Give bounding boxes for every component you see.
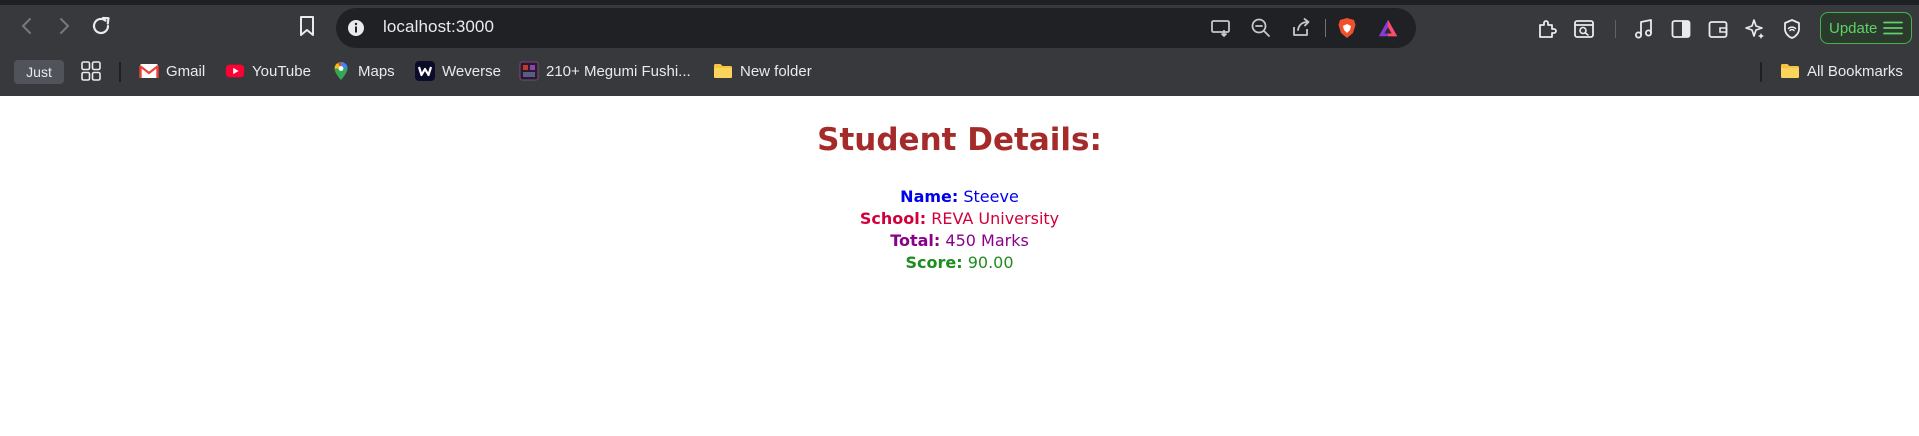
school-value: REVA University [931, 209, 1060, 228]
forward-button[interactable] [49, 11, 79, 41]
reload-button[interactable] [86, 11, 116, 41]
school-label: School: [859, 209, 927, 228]
zoom-out-icon[interactable] [1250, 17, 1272, 39]
bookmark-chip[interactable]: Just [14, 60, 64, 84]
address-bar[interactable]: localhost:3000 [336, 8, 1416, 48]
leo-ai-icon[interactable] [1743, 17, 1767, 41]
bookmark-icon [300, 16, 314, 36]
brave-shields-icon[interactable] [1336, 17, 1358, 39]
media-music-icon[interactable] [1632, 17, 1656, 41]
page-icon [519, 61, 539, 81]
tab-search-icon[interactable] [1572, 17, 1596, 41]
score-row: Score: 90.00 [0, 252, 1919, 274]
school-row: School: REVA University [0, 208, 1919, 230]
bookmark-youtube[interactable]: YouTube [225, 59, 311, 83]
page-title: Student Details: [817, 122, 1102, 158]
name-value: Steeve [963, 187, 1019, 206]
site-info-icon[interactable] [346, 18, 366, 38]
bookmark-gmail[interactable]: Gmail [139, 59, 205, 83]
sidebar-toggle-icon[interactable] [1669, 17, 1693, 41]
back-button[interactable] [12, 11, 42, 41]
vpn-icon[interactable] [1780, 17, 1804, 41]
update-label: Update [1829, 20, 1878, 37]
bookmark-maps[interactable]: Maps [331, 59, 395, 83]
url-text[interactable]: localhost:3000 [383, 17, 494, 37]
update-button[interactable]: Update [1820, 12, 1912, 44]
toolbar-divider [1615, 20, 1616, 38]
total-row: Total: 450 Marks [0, 230, 1919, 252]
cast-icon[interactable] [1210, 17, 1232, 39]
page-content: Student Details: Name: Steeve School: RE… [0, 96, 1919, 436]
bookmark-megumi[interactable]: 210+ Megumi Fushi... [519, 59, 691, 83]
reload-icon [92, 16, 110, 35]
arrow-right-icon [60, 18, 69, 34]
bookmark-weverse[interactable]: Weverse [415, 59, 501, 83]
wallet-icon[interactable] [1706, 17, 1730, 41]
browser-toolbar: localhost:3000 Update [0, 5, 1919, 49]
score-label: Score: [905, 253, 963, 272]
folder-icon [713, 61, 733, 81]
share-icon[interactable] [1290, 17, 1312, 39]
youtube-icon [225, 61, 245, 81]
extensions-icon[interactable] [1535, 17, 1559, 41]
total-value: 450 Marks [945, 231, 1029, 250]
bookmarks-bar: Just Gmail YouTube Maps Weverse 210+ Meg… [0, 51, 1919, 91]
name-row: Name: Steeve [0, 186, 1919, 208]
bookmark-page-button[interactable] [292, 11, 322, 41]
maps-icon [331, 61, 351, 81]
weverse-icon [415, 61, 435, 81]
score-value: 90.00 [967, 253, 1014, 272]
gmail-icon [139, 61, 159, 81]
name-label: Name: [900, 187, 959, 206]
apps-grid-icon [81, 61, 101, 81]
brave-rewards-icon[interactable] [1377, 17, 1399, 39]
arrow-left-icon [22, 18, 31, 34]
hamburger-menu-icon [1883, 21, 1903, 39]
bookmarks-divider-right [1760, 62, 1762, 82]
total-label: Total: [890, 231, 941, 250]
all-bookmarks[interactable]: All Bookmarks [1780, 59, 1903, 83]
browser-frame: localhost:3000 Update Just Gmail YouTube… [0, 0, 1919, 96]
bookmark-new-folder[interactable]: New folder [713, 59, 812, 83]
omnibox-divider [1325, 19, 1326, 37]
folder-icon [1780, 61, 1800, 81]
apps-grid-button[interactable] [80, 59, 102, 83]
bookmarks-divider [119, 62, 121, 82]
